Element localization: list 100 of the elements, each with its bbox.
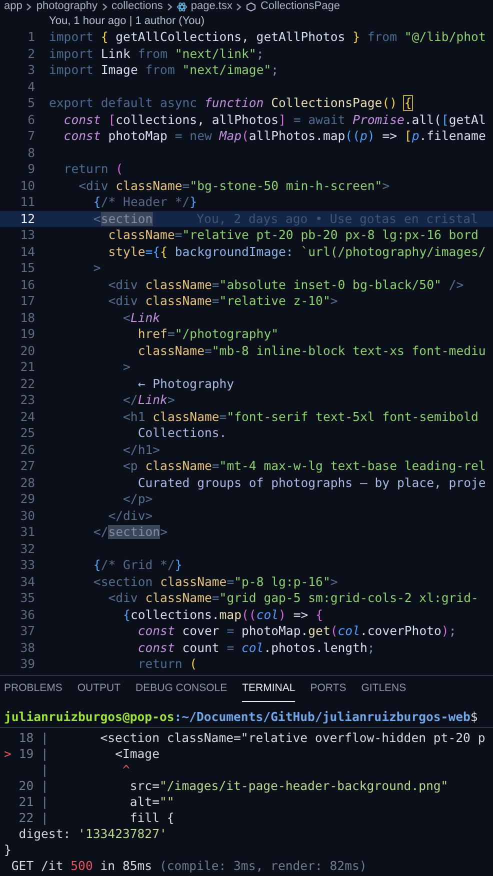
code-line: <section — [92, 210, 153, 228]
line-number: 19 — [19, 326, 36, 344]
terminal-line: } — [3, 842, 12, 858]
line-number: 32 — [19, 540, 36, 558]
code-line: ← Photography — [136, 376, 234, 393]
line-number: 2 — [26, 46, 36, 63]
line-number: 38 — [19, 640, 36, 657]
code-line: style={{ backgroundImage: `url(/photography/images/ — [107, 244, 486, 261]
breadcrumb-item[interactable]: photography — [36, 0, 98, 13]
code-line: <h1 className="font-serif text-5xl font-semibold — [122, 408, 478, 426]
terminal-line: > 19 | <Image — [3, 746, 160, 762]
chevron-icon — [236, 2, 242, 10]
line-number: 10 — [19, 178, 36, 195]
line-number: 26 — [19, 442, 36, 459]
line-number: 33 — [19, 557, 36, 574]
line-number: 12 — [19, 210, 36, 228]
line-number: 27 — [19, 458, 36, 476]
line-number: 9 — [26, 161, 36, 178]
code-line: return ( — [62, 161, 124, 178]
code-line: </h1> — [122, 442, 160, 459]
line-number: 39 — [19, 656, 36, 674]
terminal-line: julianruizburgos@pop-os:~/Documents/GitHub/julianruizburgos-web$ — [0, 708, 493, 728]
code-line: <div className="relative z-10"> — [107, 293, 338, 310]
line-number: 31 — [19, 524, 36, 542]
terminal-line: 22 | fill { — [18, 810, 176, 826]
breadcrumb-item[interactable]: app — [4, 0, 22, 13]
code-line: > — [92, 260, 101, 278]
code-line: href="/photography" — [136, 326, 279, 344]
code-line: const count = col.photos.length; — [136, 640, 375, 657]
chevron-icon — [26, 2, 32, 10]
terminal-line: 18 | <section className="relative overflow-hidden pt-20 p — [18, 730, 486, 746]
line-number: 30 — [19, 508, 36, 525]
terminal-line: 20 | src="/images/it-page-header-background.png" — [18, 778, 450, 794]
code-line: const cover = photoMap.get(col.coverPhoto); — [136, 623, 456, 640]
breadcrumb-item[interactable]: collections — [112, 0, 163, 13]
panel-tab[interactable]: TERMINAL — [242, 676, 296, 702]
code-line: Collections. — [136, 425, 227, 442]
code-line: {/* Header */} — [92, 194, 198, 212]
code-line: className="relative pt-20 pb-20 px-8 lg:px-16 bord — [107, 227, 478, 244]
line-number: 24 — [19, 408, 36, 426]
panel-tab[interactable]: DEBUG CONSOLE — [136, 676, 228, 702]
line-number: 21 — [19, 359, 36, 376]
code-line: <section className="p-8 lg:p-16"> — [92, 574, 338, 591]
code-line: </Link> — [122, 392, 175, 410]
terminal-line: GET /it 500 in 85ms (compile: 3ms, render: 82ms) — [10, 858, 368, 874]
terminal-line: digest: '1334237827' — [18, 826, 168, 842]
breadcrumb-item[interactable]: CollectionsPage — [260, 0, 340, 13]
code-line: <div className="grid gap-5 sm:grid-cols-2 xl:grid- — [107, 590, 478, 608]
line-number: 18 — [19, 310, 36, 327]
line-number: 28 — [19, 474, 36, 492]
line-number: 3 — [26, 62, 36, 80]
code-line: className="mb-8 inline-block text-xs font-mediu — [136, 342, 486, 360]
line-number: 20 — [19, 342, 36, 360]
line-number: 29 — [19, 491, 36, 508]
line-number: 5 — [26, 95, 36, 112]
line-number: 36 — [19, 606, 36, 624]
code-line: const [collections, allPhotos] = await Promise.all([getAl — [62, 112, 486, 129]
line-number: 4 — [26, 78, 36, 96]
line-number: 8 — [26, 144, 36, 162]
line-number: 13 — [19, 227, 36, 244]
blame-annotation[interactable]: You, 1 hour ago | 1 author (You) — [49, 12, 205, 30]
atom-icon — [176, 2, 187, 12]
panel-tab[interactable]: GITLENS — [361, 676, 406, 702]
panel-tab[interactable]: OUTPUT — [77, 676, 121, 702]
code-line: <div className="absolute inset-0 bg-black/50" /> — [107, 276, 464, 294]
code-line: export default async function CollectionsPage() { — [49, 95, 412, 112]
chevron-icon — [102, 2, 108, 10]
cube-icon — [246, 2, 256, 12]
terminal-line: 21 | alt="" — [18, 794, 176, 810]
line-number: 15 — [19, 260, 36, 278]
code-line: </section> — [92, 524, 168, 542]
line-number: 34 — [19, 574, 36, 591]
line-number: 35 — [19, 590, 36, 608]
panel-tab[interactable]: PORTS — [310, 676, 346, 702]
code-line: </div> — [107, 508, 153, 525]
terminal-line: | ^ — [40, 762, 131, 778]
line-number: 25 — [19, 425, 36, 442]
code-line: {/* Grid */} — [92, 557, 182, 574]
code-line: import Link from "next/link"; — [49, 46, 264, 63]
line-number: 6 — [26, 112, 36, 129]
code-line: > — [122, 359, 130, 376]
code-line: {collections.map((col) => { — [122, 606, 323, 624]
line-number: 23 — [19, 392, 36, 410]
breadcrumb-item[interactable]: page.tsx — [190, 0, 232, 13]
line-number: 1 — [26, 29, 36, 46]
line-number: 17 — [19, 293, 36, 310]
code-line: <Link — [122, 310, 160, 327]
line-number: 7 — [26, 128, 36, 146]
code-line: <div className="bg-stone-50 min-h-screen"> — [78, 178, 390, 195]
line-number: 14 — [19, 244, 36, 261]
code-line: <p className="mt-4 max-w-lg text-base leading-rel — [122, 458, 486, 476]
code-line: const photoMap = new Map(allPhotos.map((p) => [p.filename — [62, 128, 486, 146]
line-number: 11 — [19, 194, 36, 212]
chevron-icon — [166, 2, 173, 10]
code-line: import Image from "next/image"; — [49, 62, 279, 80]
line-number: 22 — [19, 376, 36, 393]
panel-tab[interactable]: PROBLEMS — [4, 676, 62, 702]
code-line: Curated groups of photographs — by place, proje — [136, 474, 486, 492]
line-number: 37 — [19, 623, 36, 640]
code-line: return ( — [136, 656, 198, 674]
